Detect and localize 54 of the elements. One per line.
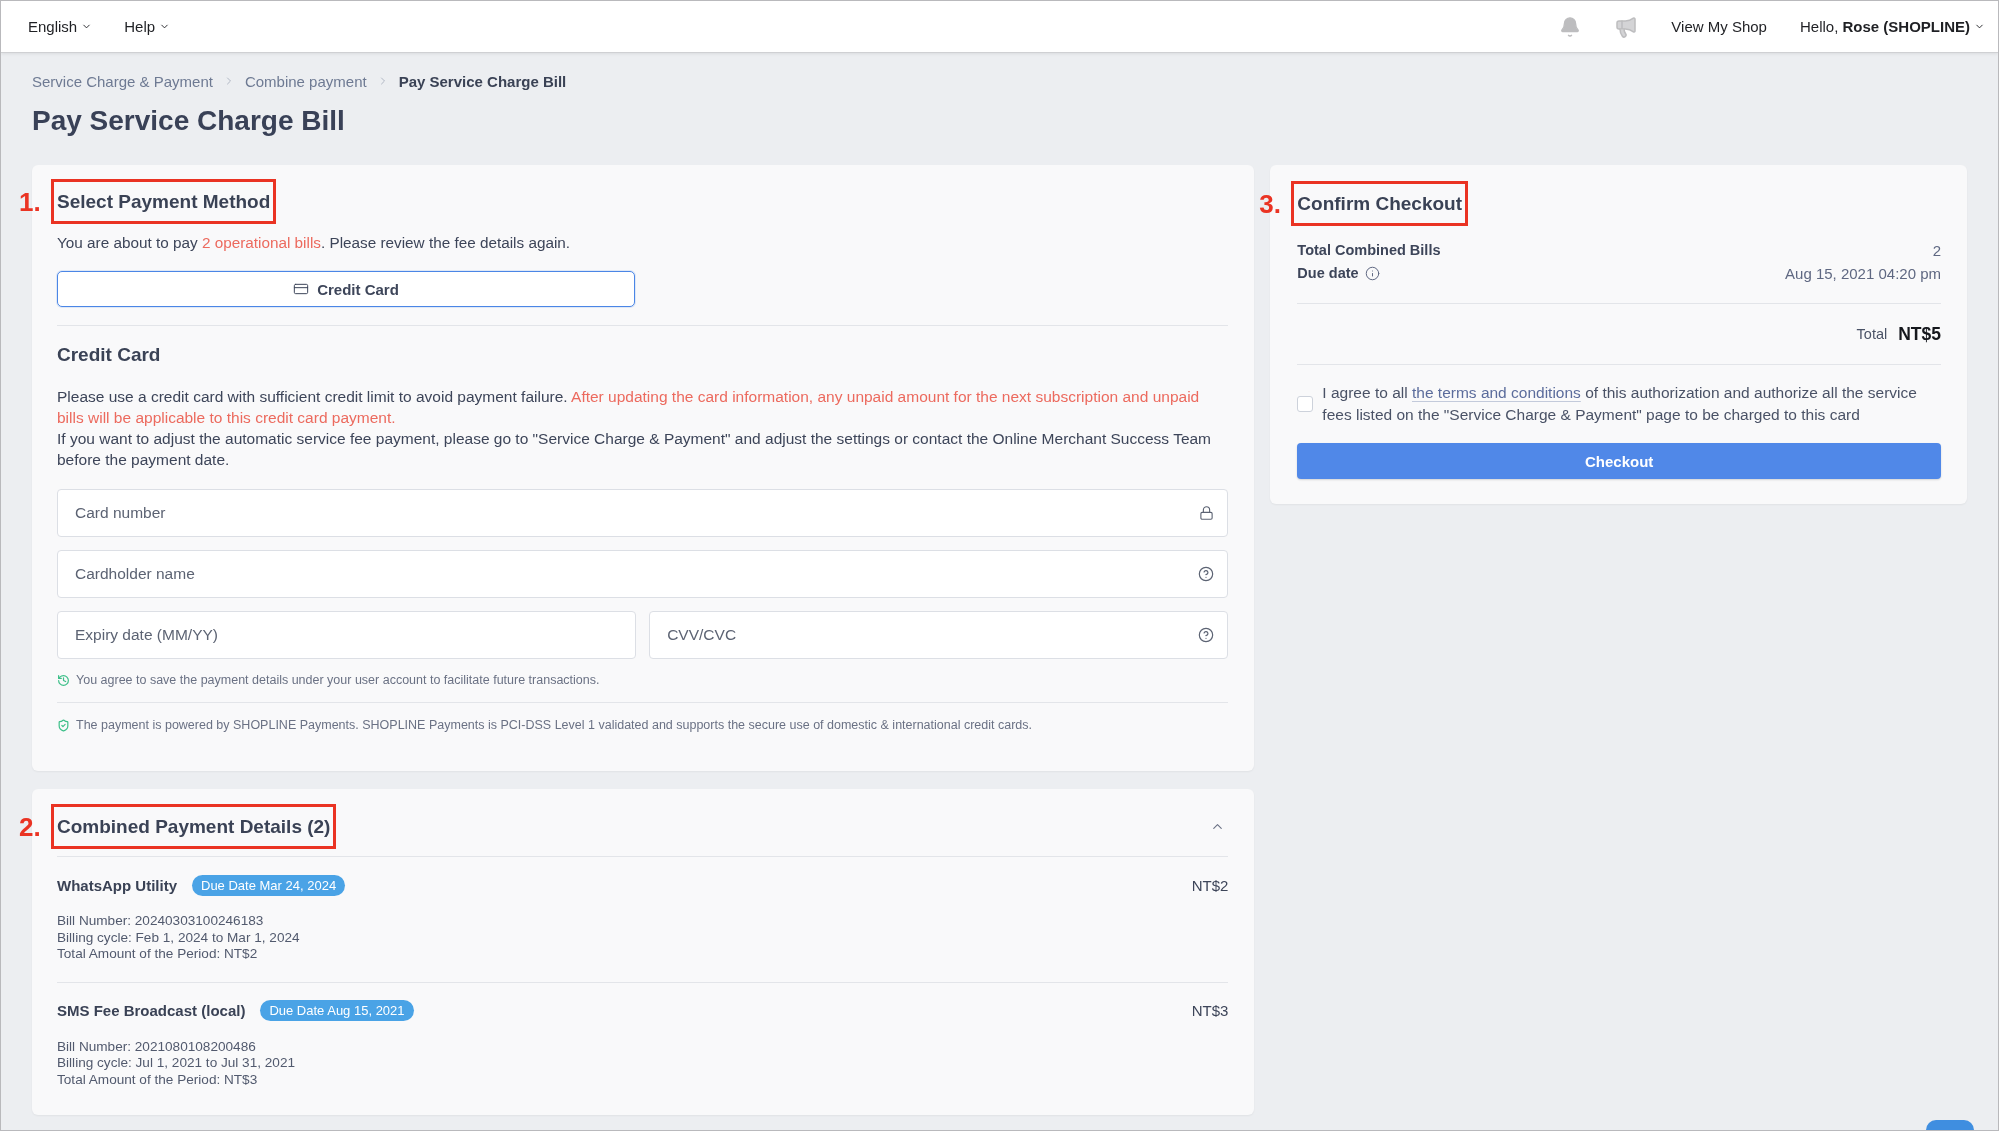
section-title: Combined Payment Details (2): [57, 815, 331, 839]
form-title: Credit Card: [57, 343, 162, 367]
bill-detail: Billing cycle: Jul 1, 2021 to Jul 31, 2021: [57, 1055, 296, 1072]
bill-detail: Total Amount of the Period: NT$3: [57, 1071, 258, 1089]
input-field[interactable]: Card number: [57, 489, 1229, 537]
breadcrumb-current: Pay Service Charge Bill: [398, 72, 567, 90]
total-label: Total: [1856, 326, 1888, 342]
menu-dropdown[interactable]: Help: [124, 18, 171, 35]
input-field[interactable]: CVV/CVC: [649, 611, 1229, 659]
input-field[interactable]: Cardholder name: [57, 550, 1229, 598]
menu-dropdown[interactable]: English: [28, 18, 93, 35]
agreement-checkbox[interactable]: [1297, 396, 1314, 412]
lock-icon: [1199, 505, 1215, 521]
credit-card-icon: [293, 281, 310, 297]
section-title: Select Payment Method: [57, 190, 271, 214]
step-number: 2.: [19, 811, 41, 842]
total-amount: NT$5: [1898, 323, 1941, 345]
step-number: 3.: [1259, 188, 1282, 219]
notice-text: Please use a credit card with sufficient credit limit to avoid payment failure. After updating the card information, any unpaid amount for the next subscription and unpaid bills will be applicable to this credit card payment.: [57, 387, 1201, 428]
due-date-badge: Due Date Aug 15, 2021: [260, 1000, 414, 1022]
payment-method-button[interactable]: Credit Card: [57, 271, 635, 307]
user-menu[interactable]: Hello, Rose (SHOPLINE): [1799, 18, 1985, 35]
summary-label: Total Combined Bills: [1297, 241, 1441, 260]
terms-link[interactable]: the terms and conditions: [1411, 384, 1581, 401]
summary-value: Aug 15, 2021 04:20 pm: [1785, 264, 1941, 284]
agreement-text: I agree to all the terms and conditions of this authorization and authorize all the service fees listed on the "Service Charge & Payment" page to be charged to this card: [1322, 383, 1918, 425]
bill-name: SMS Fee Broadcast (local): [57, 1002, 246, 1020]
section-title: Confirm Checkout: [1297, 192, 1463, 216]
view-shop-link[interactable]: View My Shop: [1671, 18, 1767, 35]
circular-arrow-icon: [57, 673, 70, 687]
input-field[interactable]: Expiry date (MM/YY): [57, 611, 637, 659]
breadcrumb-link[interactable]: Combine payment: [244, 72, 367, 90]
shield-check-icon: [57, 718, 70, 732]
chat-button[interactable]: [1926, 1120, 1974, 1130]
intro-text: You are about to pay 2 operational bills. Please review the fee details again.: [57, 233, 572, 253]
help-icon[interactable]: [1198, 566, 1215, 582]
bill-amount: NT$3: [1191, 1002, 1229, 1020]
summary-value: 2: [1932, 241, 1941, 261]
page-title: Pay Service Charge Bill: [32, 104, 345, 137]
step-number: 1.: [19, 186, 41, 217]
bill-detail: Bill Number: 20240303100246183: [57, 913, 264, 930]
help-icon[interactable]: [1198, 627, 1215, 643]
bill-detail: Billing cycle: Feb 1, 2024 to Mar 1, 2024: [57, 929, 300, 947]
due-date-badge: Due Date Mar 24, 2024: [192, 874, 346, 896]
security-note: The payment is powered by SHOPLINE Payments. SHOPLINE Payments is PCI-DSS Level 1 validated and supports the secure use of domestic & international credit cards.: [76, 717, 1032, 733]
bill-detail: Bill Number: 2021080108200486: [57, 1038, 256, 1056]
adjust-note: If you want to adjust the automatic service fee payment, please go to "Service Charge & Payment" and adjust the settings or contact the Online Merchant Success Team before the payment date.: [57, 429, 1213, 470]
bill-amount: NT$2: [1191, 876, 1229, 894]
info-icon[interactable]: [1364, 266, 1380, 281]
summary-label: Due date: [1297, 264, 1359, 283]
bill-name: WhatsApp Utility: [57, 876, 177, 894]
breadcrumb-link[interactable]: Service Charge & Payment: [32, 72, 213, 90]
bill-detail: Total Amount of the Period: NT$2: [57, 946, 258, 963]
save-note: You agree to save the payment details under your user account to facilitate future transactions.: [76, 672, 600, 688]
